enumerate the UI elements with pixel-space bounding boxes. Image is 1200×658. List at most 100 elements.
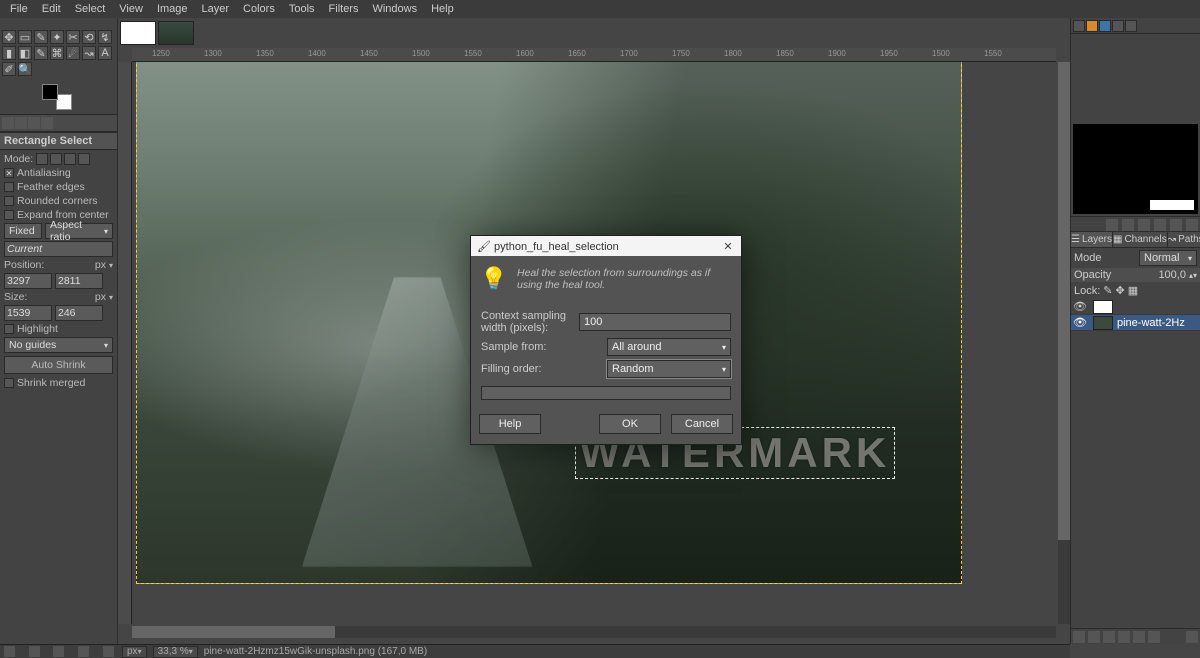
menu-help[interactable]: Help xyxy=(425,1,460,17)
expand-check[interactable] xyxy=(4,210,14,220)
close-icon[interactable]: ✕ xyxy=(721,239,735,253)
tab-paths[interactable]: ↝Paths xyxy=(1168,232,1200,247)
lock-pixels-icon[interactable]: ✎ xyxy=(1103,284,1112,297)
menu-layer[interactable]: Layer xyxy=(196,1,236,17)
image-thumb-2[interactable] xyxy=(158,21,194,45)
tool-path[interactable]: ↝ xyxy=(82,46,96,60)
ok-button[interactable]: OK xyxy=(599,414,661,434)
sampling-width-input[interactable] xyxy=(579,313,731,331)
tool-bucket[interactable]: ▮ xyxy=(2,46,16,60)
new-layer-icon[interactable] xyxy=(1073,631,1085,643)
tool-clone[interactable]: ⌘ xyxy=(50,46,64,60)
tool-fuzzy[interactable]: ✦ xyxy=(50,30,64,44)
tool-zoom[interactable]: 🔍 xyxy=(18,62,32,76)
navigation-thumb[interactable] xyxy=(1073,124,1198,214)
nav-icon-4[interactable] xyxy=(1154,219,1166,231)
blend-mode-combo[interactable]: Normal▾ xyxy=(1139,250,1197,266)
rounded-check[interactable] xyxy=(4,196,14,206)
tab-channels[interactable]: ▦Channels xyxy=(1113,232,1168,247)
menu-windows[interactable]: Windows xyxy=(366,1,423,17)
menu-view[interactable]: View xyxy=(113,1,149,17)
aspect-value[interactable] xyxy=(4,241,113,257)
brush-icon[interactable] xyxy=(1073,20,1085,32)
menu-edit[interactable]: Edit xyxy=(36,1,67,17)
tool-gradient[interactable]: ◧ xyxy=(18,46,32,60)
tool-text[interactable]: A xyxy=(98,46,112,60)
visibility-icon[interactable]: 👁 xyxy=(1073,300,1085,313)
pos-x[interactable] xyxy=(4,273,52,289)
fixed-combo[interactable]: Fixed xyxy=(4,223,42,239)
position-unit[interactable]: px xyxy=(95,259,106,271)
opacity-value[interactable]: 100,0 xyxy=(1158,269,1186,281)
tool-rect-select[interactable]: ▭ xyxy=(18,30,32,44)
bg-color[interactable] xyxy=(56,94,72,110)
auto-shrink-button[interactable]: Auto Shrink xyxy=(4,356,113,374)
tool-pencil[interactable]: ✎ xyxy=(34,46,48,60)
history-icon[interactable] xyxy=(1125,20,1137,32)
dialog-titlebar[interactable]: 🖌 python_fu_heal_selection ✕ xyxy=(471,236,741,256)
menu-image[interactable]: Image xyxy=(151,1,194,17)
feather-check[interactable] xyxy=(4,182,14,192)
dock-tab-2[interactable] xyxy=(15,117,27,129)
mode-intersect-icon[interactable] xyxy=(78,153,90,165)
tool-crop[interactable]: ✂ xyxy=(66,30,80,44)
fg-color[interactable] xyxy=(42,84,58,100)
status-icon-2[interactable] xyxy=(29,646,40,657)
nav-icon-6[interactable] xyxy=(1186,219,1198,231)
tab-layers[interactable]: ☰Layers xyxy=(1071,232,1113,247)
sample-from-select[interactable]: All around▾ xyxy=(607,338,731,356)
font-icon[interactable] xyxy=(1112,20,1124,32)
fg-bg-colors[interactable] xyxy=(42,84,72,110)
help-button[interactable]: Help xyxy=(479,414,541,434)
image-thumb-1[interactable] xyxy=(120,21,156,45)
ruler-horizontal[interactable]: 1250130013501400145015001550160016501700… xyxy=(132,48,1056,62)
nav-icon-1[interactable] xyxy=(1106,219,1118,231)
filling-order-select[interactable]: Random▾ xyxy=(607,360,731,378)
menu-select[interactable]: Select xyxy=(69,1,112,17)
highlight-check[interactable] xyxy=(4,324,14,334)
lock-alpha-icon[interactable]: ▦ xyxy=(1128,284,1138,297)
size-unit[interactable]: px xyxy=(95,291,106,303)
cancel-button[interactable]: Cancel xyxy=(671,414,733,434)
delete-layer-icon[interactable] xyxy=(1186,631,1198,643)
gradient-icon[interactable] xyxy=(1099,20,1111,32)
layer-row-hidden[interactable]: 👁 xyxy=(1071,299,1200,315)
status-icon-3[interactable] xyxy=(53,646,64,657)
dock-tab-4[interactable] xyxy=(41,117,53,129)
visibility-icon[interactable]: 👁 xyxy=(1073,316,1085,329)
layer-row-active[interactable]: 👁pine-watt-2Hz xyxy=(1071,315,1200,331)
dock-tab-3[interactable] xyxy=(28,117,40,129)
tool-free-select[interactable]: ✎ xyxy=(34,30,48,44)
menu-tools[interactable]: Tools xyxy=(283,1,321,17)
nav-icon-5[interactable] xyxy=(1170,219,1182,231)
status-icon-1[interactable] xyxy=(4,646,15,657)
ruler-vertical[interactable] xyxy=(118,62,132,624)
anchor-layer-icon[interactable] xyxy=(1148,631,1160,643)
pos-y[interactable] xyxy=(55,273,103,289)
menu-colors[interactable]: Colors xyxy=(237,1,281,17)
scrollbar-v[interactable] xyxy=(1058,62,1070,624)
status-icon-4[interactable] xyxy=(78,646,89,657)
status-icon-5[interactable] xyxy=(103,646,114,657)
mode-replace-icon[interactable] xyxy=(36,153,48,165)
pattern-icon[interactable] xyxy=(1086,20,1098,32)
raise-layer-icon[interactable] xyxy=(1103,631,1115,643)
tool-warp[interactable]: ↯ xyxy=(98,30,112,44)
layer-group-icon[interactable] xyxy=(1088,631,1100,643)
menu-file[interactable]: File xyxy=(4,1,34,17)
shrink-merged-check[interactable] xyxy=(4,378,14,388)
size-h[interactable] xyxy=(55,305,103,321)
tool-move[interactable]: ✥ xyxy=(2,30,16,44)
dock-tab-1[interactable] xyxy=(2,117,14,129)
antialias-check[interactable]: ✕ xyxy=(4,168,14,178)
mode-subtract-icon[interactable] xyxy=(64,153,76,165)
lower-layer-icon[interactable] xyxy=(1118,631,1130,643)
menu-filters[interactable]: Filters xyxy=(323,1,365,17)
guides-combo[interactable]: No guides▾ xyxy=(4,337,113,353)
status-unit[interactable]: px ▾ xyxy=(122,646,147,658)
aspect-combo[interactable]: Aspect ratio▾ xyxy=(45,223,113,239)
nav-icon-2[interactable] xyxy=(1122,219,1134,231)
size-w[interactable] xyxy=(4,305,52,321)
tool-transform[interactable]: ⟲ xyxy=(82,30,96,44)
nav-icon-3[interactable] xyxy=(1138,219,1150,231)
